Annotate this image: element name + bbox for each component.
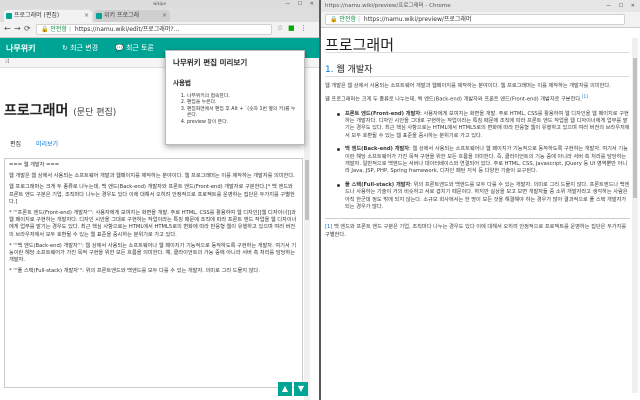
popup-title: 나무위키 편집 미리보기 xyxy=(173,58,248,67)
article-body: 웹 개발은 웹 상에서 사용되는 소프트웨어 개발과 웹페이지를 제작하는 분야… xyxy=(325,83,630,243)
recent-changes-link[interactable]: ↻ 최근 변경 xyxy=(62,43,98,53)
tab-label: 프로그래머 (편집) xyxy=(14,12,60,19)
page-title-suffix: (문단 편집) xyxy=(73,108,117,118)
intro-paragraph: 웹 개발은 웹 상에서 사용되는 소프트웨어 개발과 웹페이지를 제작하는 분야… xyxy=(325,83,611,89)
editor-line: * '''백 엔드(Back-end) 개발자''': 웹 상에서 사용되는 소… xyxy=(9,242,297,264)
window-titlebar: wikipe — ☐ ✕ xyxy=(0,0,319,8)
footnote: [1] 백 엔드와 프론트 엔드 구분은 기업, 조직마다 나누는 경우도 있다… xyxy=(325,224,627,238)
editor-line: 웹 개발은 웹 상에서 사용되는 소프트웨어 개발과 웹페이지를 제작하는 분야… xyxy=(9,173,295,180)
popup-step: 편집화면에서 편집 후 Alt + `(숫자 1번 옆의 키)를 누른다. xyxy=(187,107,297,120)
tab-wiki[interactable]: 위키 프로그래 × xyxy=(94,10,170,22)
desktop: wikipe — ☐ ✕ 프로그래머 (편집) × 위키 프로그래 × ← → … xyxy=(0,0,640,400)
address-bar: 🔒 안전함 | https://namu.wiki/preview/프로그래머 xyxy=(321,12,640,28)
star-icon[interactable]: ☆ xyxy=(277,24,283,32)
tab-label: 위키 프로그래 xyxy=(104,12,140,19)
editor-scrollbar[interactable] xyxy=(304,120,310,400)
secure-label: 안전함 xyxy=(50,26,67,33)
lock-icon: 🔒 xyxy=(330,16,338,23)
intro-paragraph-2: 웹 프로그래머는 크게 두 종류로 나누는데, 백 엔드(Back-end) 개… xyxy=(325,95,588,104)
popup-step: preview 창이 뜬다. xyxy=(187,120,297,126)
window-controls[interactable]: — ☐ ✕ xyxy=(606,0,638,12)
back-icon[interactable]: ← xyxy=(4,24,11,33)
close-icon[interactable]: × xyxy=(162,10,167,22)
preview-browser-window: https://namu.wiki/preview/프로그래머 - Chrome… xyxy=(321,0,640,400)
list-item: 풀 스택(Full-stack) 개발자: 위의 프론트엔드와 백엔드를 모두 … xyxy=(337,182,630,212)
namu-favicon-icon xyxy=(96,13,102,19)
url-field[interactable]: 🔒 안전함 | https://namu.wiki/edit/프로그래머?... xyxy=(36,24,272,35)
footnote-marker[interactable]: [1] xyxy=(325,224,332,230)
editor-line: 웹 프로그래머는 크게 두 종류로 나누는데, 백 엔드(Back-end) 개… xyxy=(9,184,295,205)
term: 풀 스택(Full-stack) 개발자 xyxy=(345,181,411,188)
window-title: wikipe xyxy=(153,1,166,6)
scrollbar-thumb[interactable] xyxy=(633,58,637,198)
tab-strip: 프로그래머 (편집) × 위키 프로그래 × xyxy=(0,8,319,22)
role-list: 프론트 엔드(Front-end) 개발자: 사용자에게 보여지는 화면을 개발… xyxy=(337,111,630,212)
section-number[interactable]: 1. xyxy=(325,65,334,75)
editor-browser-window: wikipe — ☐ ✕ 프로그래머 (편집) × 위키 프로그래 × ← → … xyxy=(0,0,319,400)
term: 백 엔드(Back-end) 개발자 xyxy=(345,146,410,153)
site-logo[interactable]: 나무위키 xyxy=(6,43,35,54)
editor-line: === 웹 개발자 === xyxy=(9,162,60,168)
section-divider xyxy=(325,76,630,77)
scrollbar-thumb[interactable] xyxy=(305,160,309,220)
window-title: https://namu.wiki/preview/프로그래머 - Chrome xyxy=(325,3,451,9)
list-item: 프론트 엔드(Front-end) 개발자: 사용자에게 보여지는 화면을 개발… xyxy=(337,111,630,141)
window-titlebar: https://namu.wiki/preview/프로그래머 - Chrome… xyxy=(321,0,640,12)
page-title: 프로그래머 (문단 편집) xyxy=(4,103,117,119)
title-divider xyxy=(325,52,630,53)
url-field[interactable]: 🔒 안전함 | https://namu.wiki/preview/프로그래머 xyxy=(325,14,625,25)
page-scrollbar[interactable] xyxy=(632,38,638,393)
reload-icon[interactable]: ⟳ xyxy=(24,24,31,33)
close-icon[interactable]: × xyxy=(84,10,89,22)
url-text: https://namu.wiki/edit/프로그래머?... xyxy=(74,26,180,33)
tab-edit[interactable]: 프로그래머 (편집) × xyxy=(4,10,92,22)
secure-label: 안전함 xyxy=(339,16,356,23)
namu-favicon-icon xyxy=(6,13,12,19)
wiki-source-textarea[interactable]: === 웹 개발자 === 웹 개발은 웹 상에서 사용되는 소프트웨어 개발과… xyxy=(4,158,303,388)
popup-steps: 나무위키의 접속한다. 편집을 누른다. 편집화면에서 편집 후 Alt + `… xyxy=(173,94,297,126)
url-text: https://namu.wiki/preview/프로그래머 xyxy=(363,16,472,23)
tab-edit-mode[interactable]: 편집 xyxy=(10,139,21,148)
tab-preview-mode[interactable]: 미리보기 xyxy=(36,139,58,148)
window-controls[interactable]: — ☐ ✕ xyxy=(285,0,317,8)
forward-icon[interactable]: → xyxy=(14,24,21,33)
section-title: 웹 개발자 xyxy=(336,65,373,75)
editor-line: * '''풀 스택(Full-stack) 개발자''': 위의 프론트엔드와 … xyxy=(9,268,260,275)
footnote-divider xyxy=(325,218,630,220)
recent-discuss-link[interactable]: 💬 최근 토론 xyxy=(115,43,154,53)
address-bar: ← → ⟳ 🔒 안전함 | https://namu.wiki/edit/프로그래… xyxy=(0,22,319,38)
editor-line: * '''프론트 엔드(Front-end) 개발자''': 사용자에게 보여지… xyxy=(9,210,297,238)
scroll-up-button[interactable]: ▲ xyxy=(278,382,292,396)
footnote-ref[interactable]: [1] xyxy=(582,95,588,100)
lock-icon: 🔒 xyxy=(41,26,49,33)
scroll-down-button[interactable]: ▼ xyxy=(294,382,308,396)
term: 프론트 엔드(Front-end) 개발자 xyxy=(345,110,421,117)
menu-icon[interactable]: ⋮ xyxy=(300,24,307,32)
extension-icon[interactable]: ■ xyxy=(288,24,295,32)
shuffle-icon[interactable]: ⤨ xyxy=(4,58,9,66)
popup-subtitle: 사용법 xyxy=(173,79,191,87)
list-item: 백 엔드(Back-end) 개발자: 웹 상에서 사용되는 소프트웨어나 웹 … xyxy=(337,146,630,176)
section-heading: 1. 웹 개발자 xyxy=(325,62,372,75)
extension-popup: 나무위키 편집 미리보기 사용법 나무위키의 접속한다. 편집을 누른다. 편집… xyxy=(165,50,305,145)
